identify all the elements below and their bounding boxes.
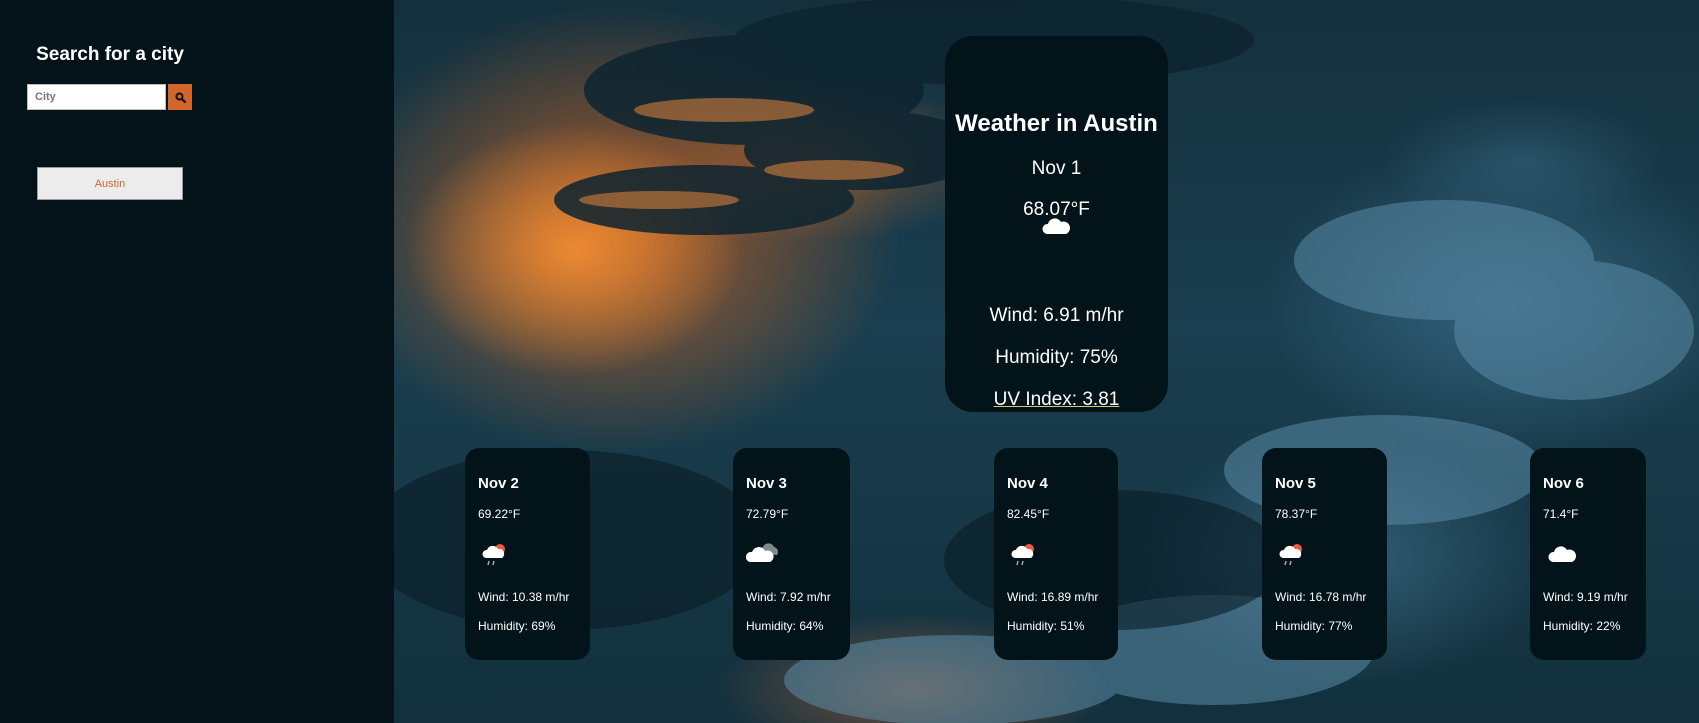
current-wind: Wind: 6.91 m/hr [989, 305, 1124, 326]
forecast-wind: Wind: 16.78 m/hr [1275, 590, 1367, 604]
forecast-humidity: Humidity: 77% [1275, 619, 1353, 633]
forecast-date: Nov 2 [478, 475, 519, 492]
search-button[interactable] [168, 84, 192, 110]
forecast-date: Nov 6 [1543, 475, 1584, 492]
forecast-card: Nov 2 69.22°F Wind: 10.38 m/hr Humidity:… [465, 448, 590, 660]
current-uv-index: UV Index: 3.81 [993, 389, 1120, 410]
forecast-wind: Wind: 16.89 m/hr [1007, 590, 1099, 604]
cloudy-icon [746, 543, 779, 562]
history-city-button[interactable]: Austin [37, 167, 183, 200]
forecast-temperature: 82.45°F [1007, 507, 1050, 521]
forecast-card: Nov 3 72.79°F Wind: 7.92 m/hr Humidity: … [733, 448, 850, 660]
forecast-wind: Wind: 9.19 m/hr [1543, 590, 1628, 604]
forecast-date: Nov 3 [746, 475, 787, 492]
forecast-card: Nov 5 78.37°F Wind: 16.78 m/hr Humidity:… [1262, 448, 1387, 660]
forecast-date: Nov 5 [1275, 475, 1316, 492]
forecast-humidity: Humidity: 22% [1543, 619, 1621, 633]
forecast-temperature: 71.4°F [1543, 507, 1579, 521]
current-date: Nov 1 [1031, 158, 1082, 179]
forecast-temperature: 78.37°F [1275, 507, 1318, 521]
forecast-card: Nov 4 82.45°F Wind: 16.89 m/hr Humidity:… [994, 448, 1118, 660]
rain-cloud-sun-icon [1011, 544, 1034, 566]
cloud-icon [1548, 546, 1576, 562]
forecast-humidity: Humidity: 51% [1007, 619, 1085, 633]
search-icon [175, 92, 186, 103]
city-search-input[interactable] [27, 84, 166, 110]
rain-cloud-sun-icon [1279, 544, 1302, 566]
sidebar: Search for a city Austin [0, 0, 394, 723]
search-heading: Search for a city [36, 44, 184, 65]
forecast-humidity: Humidity: 69% [478, 619, 556, 633]
forecast-date: Nov 4 [1007, 475, 1048, 492]
forecast-temperature: 72.79°F [746, 507, 789, 521]
current-weather-title: Weather in Austin [955, 110, 1158, 137]
forecast-temperature: 69.22°F [478, 507, 521, 521]
forecast-humidity: Humidity: 64% [746, 619, 824, 633]
forecast-wind: Wind: 7.92 m/hr [746, 590, 831, 604]
rain-cloud-sun-icon [482, 544, 505, 566]
forecast-wind: Wind: 10.38 m/hr [478, 590, 570, 604]
current-humidity: Humidity: 75% [995, 347, 1118, 368]
forecast-card: Nov 6 71.4°F Wind: 9.19 m/hr Humidity: 2… [1530, 448, 1646, 660]
cloud-icon [1042, 218, 1070, 234]
